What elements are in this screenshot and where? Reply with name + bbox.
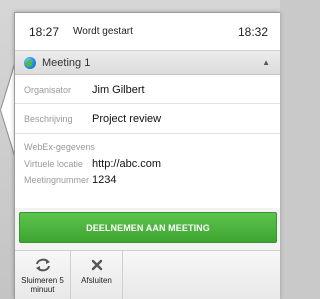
dismiss-label: Afsluiten [81,276,112,285]
location-label: Virtuele locatie [24,159,83,169]
action-bar: Sluimeren 5 minuut Afsluiten [15,250,280,299]
description-row: Beschrijving Project review [15,104,280,134]
snooze-button[interactable]: Sluimeren 5 minuut [15,251,71,299]
meeting-reminder-panel: 18:27 Wordt gestart 18:32 Meeting 1 ▲ Or… [14,12,280,299]
meeting-title: Meeting 1 [42,56,91,69]
close-icon [91,257,103,273]
popover-pointer-fill [1,68,14,152]
status-bar: 18:27 Wordt gestart 18:32 [15,13,280,51]
meeting-header[interactable]: Meeting 1 ▲ [15,51,280,75]
location-row: Virtuele locatie http://abc.com [15,156,280,172]
refresh-icon [34,257,52,273]
location-link[interactable]: http://abc.com [92,158,161,170]
start-time: 18:27 [29,24,60,39]
organizer-value: Jim Gilbert [92,83,145,96]
organizer-row: Organisator Jim Gilbert [15,76,280,104]
description-value: Project review [92,112,162,125]
webex-section-label: WebEx-gegevens [24,142,95,152]
status-message: Wordt gestart [73,26,133,37]
join-area: DEELNEMEN AAN MEETING [15,208,280,250]
join-meeting-button[interactable]: DEELNEMEN AAN MEETING [19,212,277,243]
meeting-number-label: Meetingnummer [24,175,90,185]
current-time: 18:32 [237,24,268,39]
meeting-number-row: Meetingnummer 1234 [15,172,280,188]
dismiss-button[interactable]: Afsluiten [71,251,123,299]
description-label: Beschrijving [24,113,73,124]
snooze-label: Sluimeren 5 minuut [21,276,64,294]
globe-icon [24,56,36,69]
meeting-details: Organisator Jim Gilbert Beschrijving Pro… [15,76,280,188]
organizer-label: Organisator [24,84,72,95]
triangle-up-icon[interactable]: ▲ [262,58,270,67]
meeting-number-value: 1234 [92,174,117,186]
